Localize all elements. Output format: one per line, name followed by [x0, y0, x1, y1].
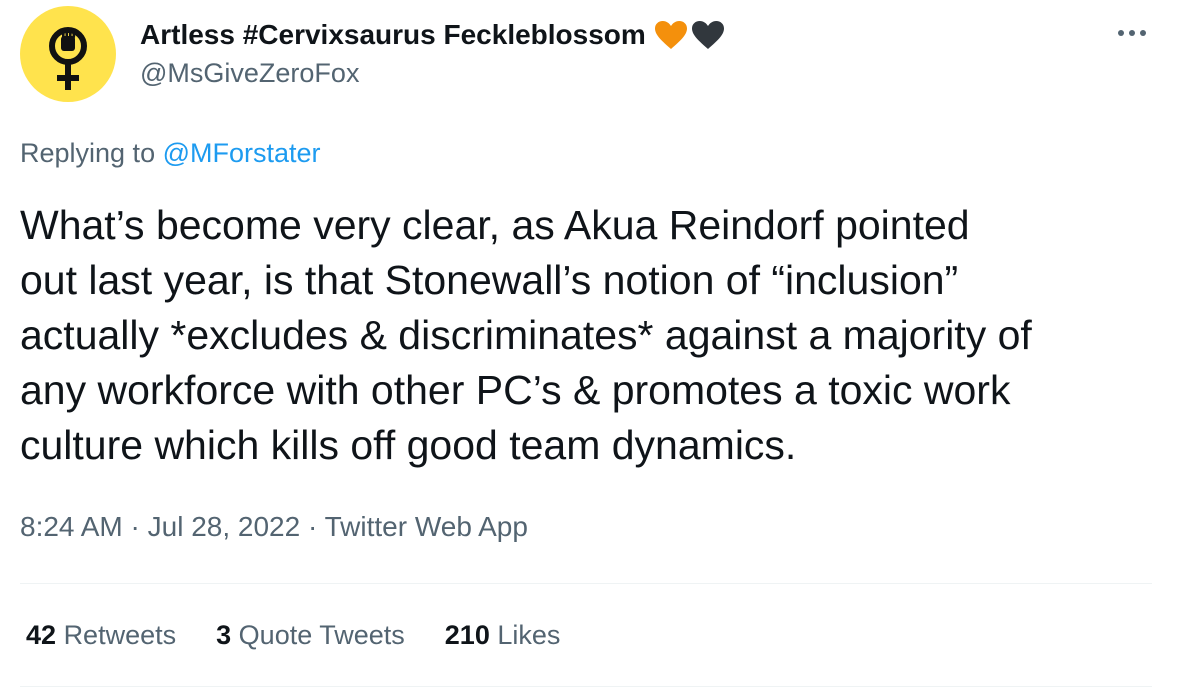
author-handle[interactable]: @MsGiveZeroFox	[140, 58, 359, 89]
more-options-icon	[1118, 30, 1146, 36]
author-display-name[interactable]: Artless #Cervixsaurus Feckleblossom	[140, 19, 646, 51]
reply-context: Replying to @MForstater	[20, 138, 321, 169]
female-symbol-raised-fist-icon	[49, 27, 87, 90]
tweet-date[interactable]: Jul 28, 2022	[148, 511, 301, 542]
likes-count: 210	[444, 620, 490, 650]
meta-separator: ·	[122, 511, 148, 542]
meta-separator: ·	[300, 511, 325, 542]
divider	[20, 583, 1152, 584]
engagement-stats: 42 Retweets 3 Quote Tweets 210 Likes	[26, 620, 600, 651]
avatar[interactable]	[20, 6, 116, 102]
quote-tweets-count: 3	[216, 620, 232, 650]
tweet-source[interactable]: Twitter Web App	[325, 511, 528, 542]
likes-stat[interactable]: 210 Likes	[445, 620, 561, 651]
black-heart-icon	[691, 21, 724, 49]
tweet-text-line: actually *excludes & discriminates* agai…	[20, 312, 1032, 358]
more-options-button[interactable]	[1112, 18, 1152, 48]
tweet-text-line: culture which kills off good team dynami…	[20, 422, 797, 468]
likes-label: Likes	[497, 620, 561, 650]
reply-mention-link[interactable]: @MForstater	[163, 138, 321, 168]
tweet-time[interactable]: 8:24 AM	[20, 511, 123, 542]
name-emojis	[652, 19, 726, 51]
orange-heart-icon	[654, 21, 687, 49]
divider	[20, 686, 1152, 687]
retweets-stat[interactable]: 42 Retweets	[26, 620, 176, 651]
quote-tweets-label: Quote Tweets	[238, 620, 405, 650]
quote-tweets-stat[interactable]: 3 Quote Tweets	[216, 620, 405, 651]
tweet-text-line: out last year, is that Stonewall’s notio…	[20, 257, 959, 303]
retweets-label: Retweets	[63, 620, 177, 650]
reply-context-prefix: Replying to	[20, 138, 156, 168]
tweet-meta: 8:24 AM · Jul 28, 2022 · Twitter Web App	[20, 511, 528, 543]
author-name-row: Artless #Cervixsaurus Feckleblossom	[140, 15, 726, 55]
tweet-text-line: any workforce with other PC’s & promotes…	[20, 367, 1011, 413]
tweet-text: What’s become very clear, as Akua Reindo…	[20, 198, 1180, 473]
retweets-count: 42	[26, 620, 57, 650]
tweet-text-line: What’s become very clear, as Akua Reindo…	[20, 202, 970, 248]
